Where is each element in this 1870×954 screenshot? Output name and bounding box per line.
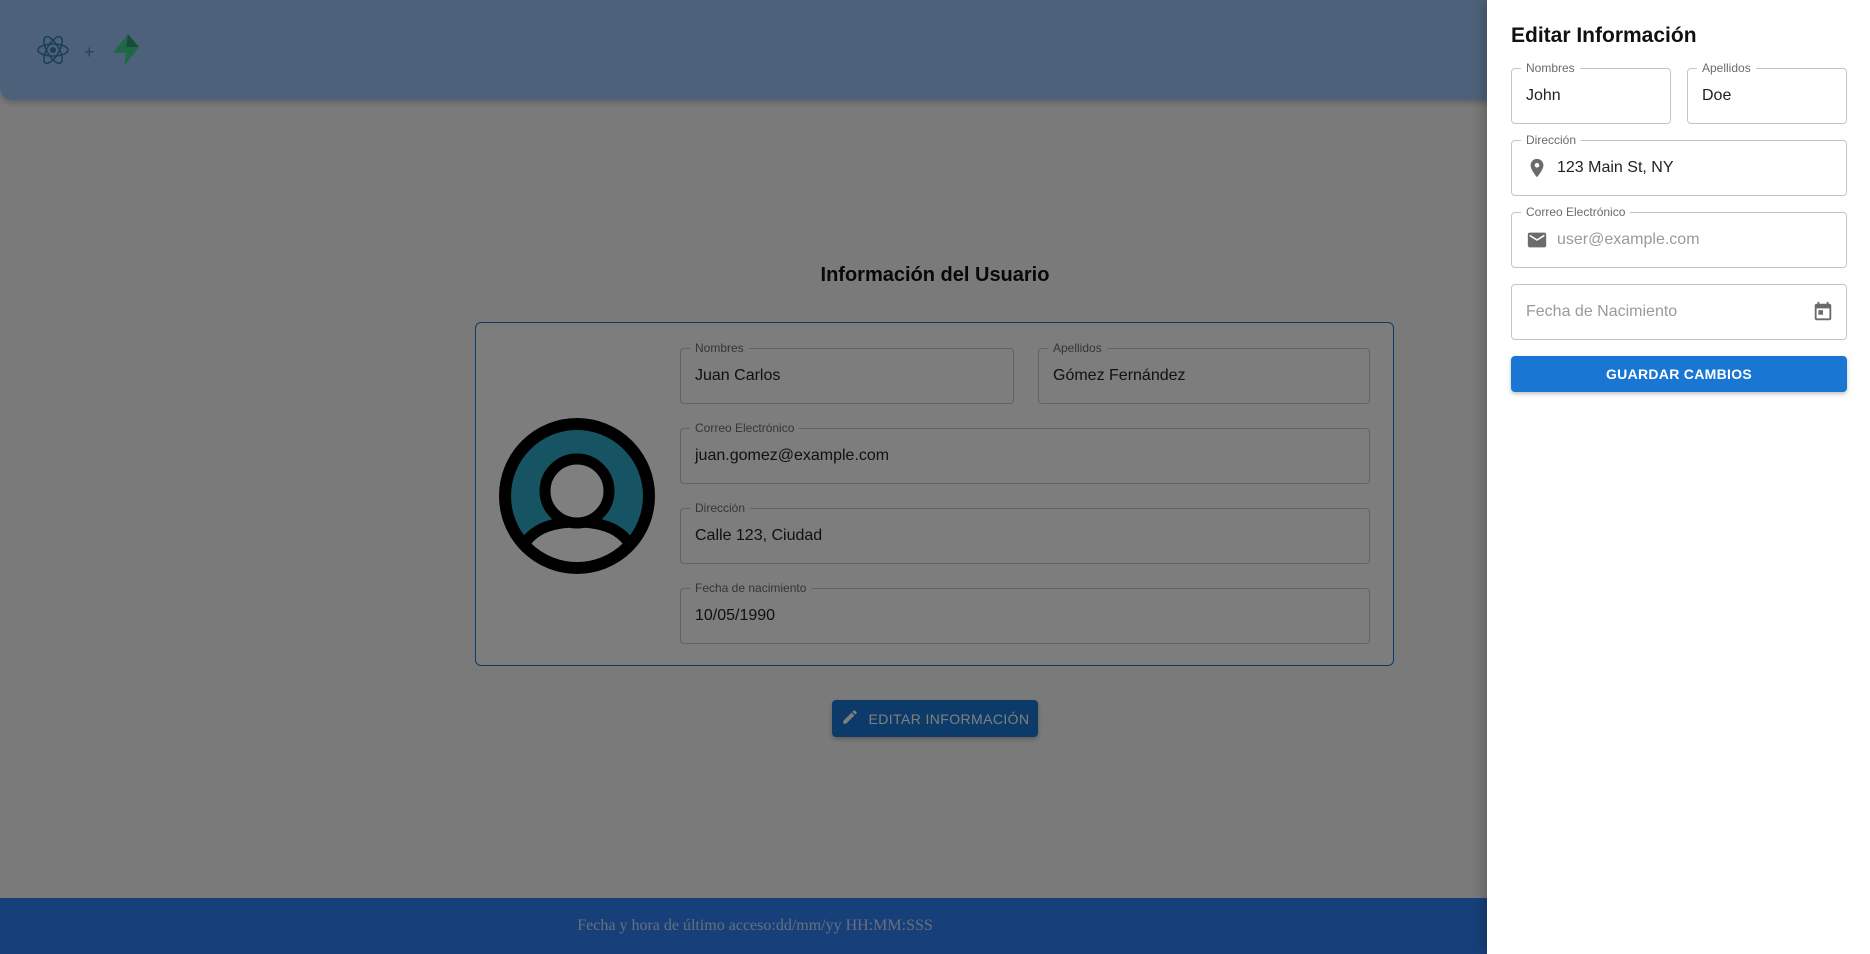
drawer-nombres-input[interactable]: Nombres John [1511,60,1671,124]
drawer-correo-placeholder: user@example.com [1557,231,1700,248]
drawer-nombres-value: John [1526,87,1561,104]
save-changes-button[interactable]: GUARDAR CAMBIOS [1511,356,1847,392]
drawer-title: Editar Información [1511,24,1697,47]
drawer-direccion-input[interactable]: Dirección 123 Main St, NY [1511,132,1847,196]
mail-icon [1526,213,1548,267]
drawer-correo-input[interactable]: Correo Electrónico user@example.com [1511,204,1847,268]
drawer-fecha-input[interactable]: Fecha de Nacimiento [1511,284,1847,340]
drawer-fecha-placeholder: Fecha de Nacimiento [1526,303,1678,320]
edit-drawer: Editar Información Nombres John Apellido… [1487,0,1870,954]
drawer-apellidos-value: Doe [1702,87,1732,104]
drawer-apellidos-input[interactable]: Apellidos Doe [1687,60,1847,124]
calendar-icon[interactable] [1812,285,1834,339]
location-pin-icon [1526,141,1548,195]
drawer-direccion-value: 123 Main St, NY [1557,159,1674,176]
